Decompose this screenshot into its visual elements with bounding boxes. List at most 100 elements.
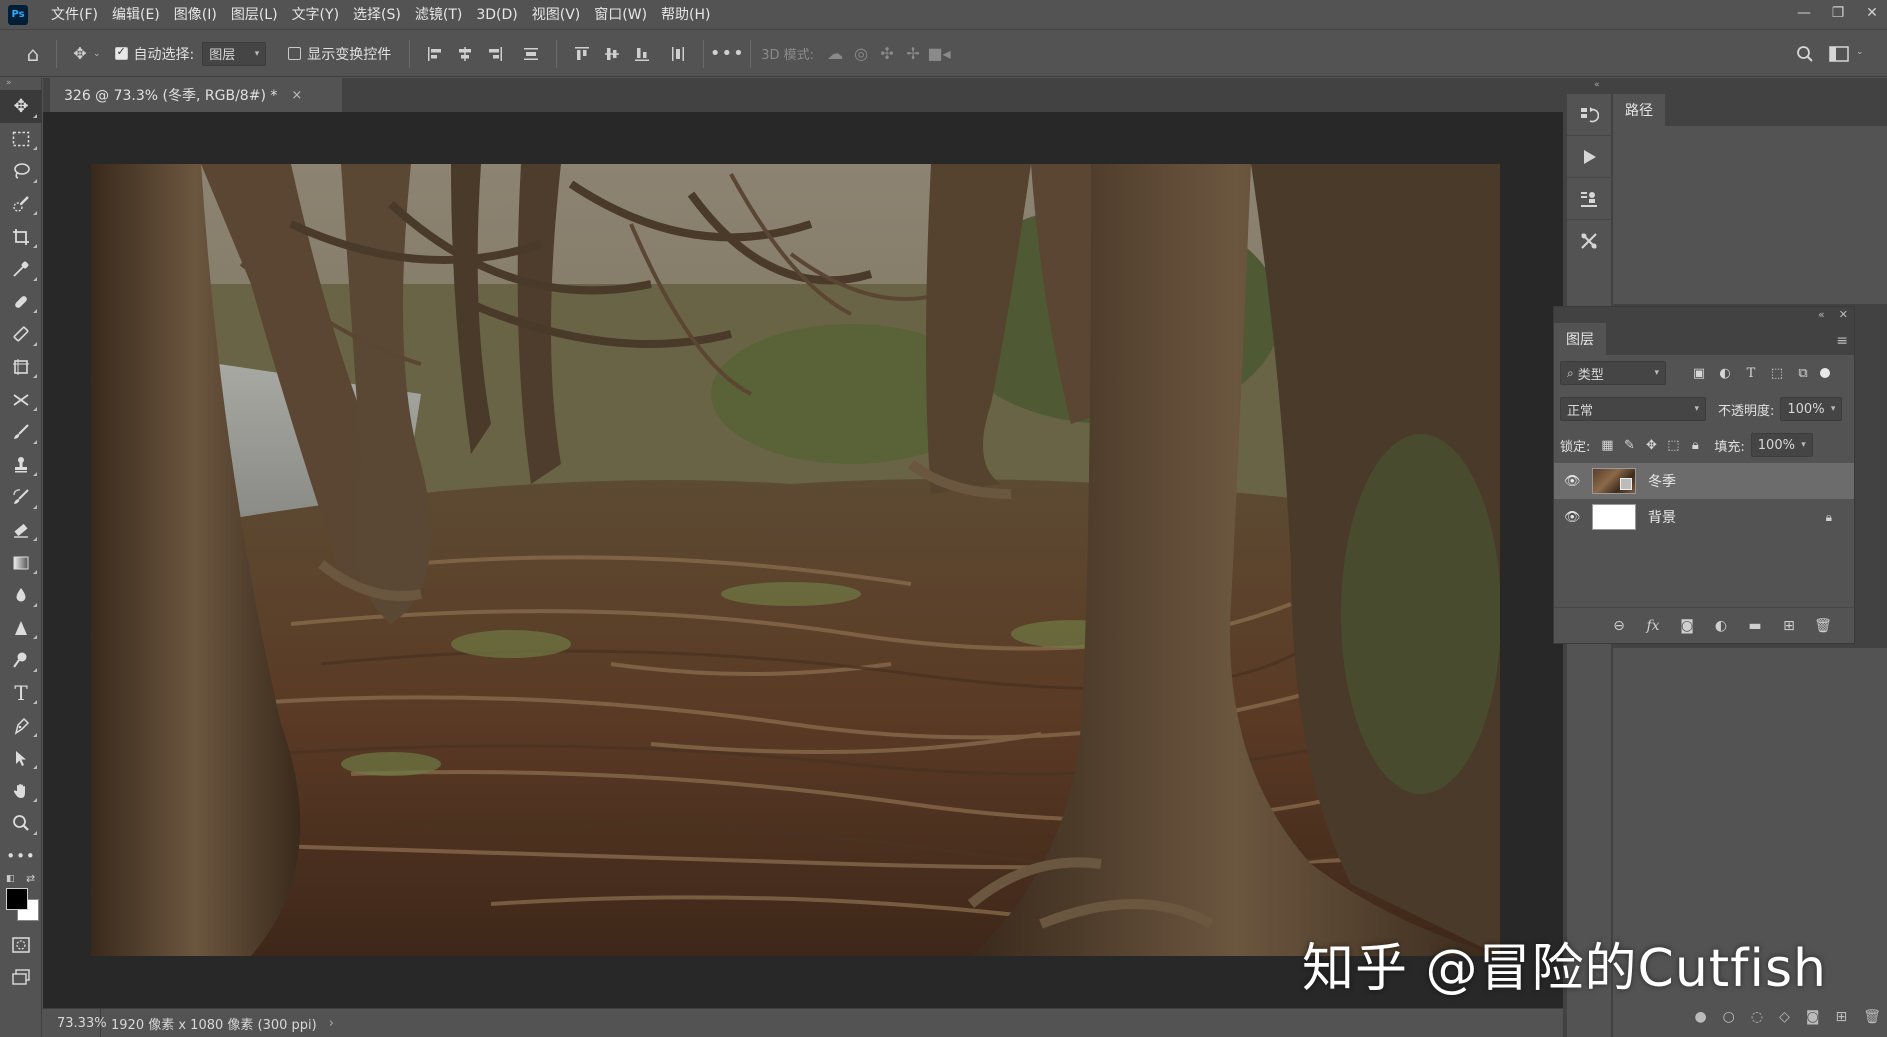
menu-view[interactable]: 视图(V) [525,0,588,30]
new-group-folder-icon[interactable]: ▬ [1738,618,1772,634]
distribute-horizontal-icon[interactable] [663,41,693,67]
checkbox-unchecked-icon[interactable] [288,47,302,60]
3d-roll-icon[interactable]: ◎ [848,41,874,67]
history-panel-icon[interactable] [1567,94,1611,136]
collapse-dock-icon[interactable]: « [1594,80,1600,90]
new-path-icon[interactable]: ⊞ [1835,1009,1847,1025]
screen-mode-icon[interactable] [0,961,42,994]
actions-panel-icon[interactable] [1567,136,1611,178]
move-tool-icon[interactable]: ✥ [67,41,93,67]
search-icon[interactable] [1792,41,1818,67]
document-tab[interactable]: 326 @ 73.3% (冬季, RGB/8#) * × [50,78,342,112]
close-panel-icon[interactable]: ✕ [1839,308,1848,321]
patch-tool[interactable] [0,318,42,351]
panel-menu-icon[interactable]: ≡ [1836,333,1848,349]
properties-panel-icon[interactable] [1567,178,1611,220]
document-info[interactable]: 1920 像素 x 1080 像素 (300 ppi) [101,1014,317,1033]
sharpen-tool[interactable] [0,612,42,645]
filter-type-layers-icon[interactable]: T [1738,366,1764,381]
delete-layer-trash-icon[interactable]: 🗑︎ [1806,618,1840,634]
menu-window[interactable]: 窗口(W) [587,0,654,30]
distribute-vertical-icon[interactable] [516,41,546,67]
link-layers-icon[interactable]: ⊖ [1602,618,1636,634]
collapse-toolbar-icon[interactable]: » [0,78,41,90]
filter-pixel-layers-icon[interactable]: ▣ [1686,366,1712,381]
rectangular-marquee-tool[interactable] [0,123,42,156]
collapse-panel-icon[interactable]: « [1818,308,1825,321]
lock-transparent-pixels-icon[interactable]: ▦ [1596,438,1618,453]
content-aware-move-tool[interactable] [0,383,42,416]
eraser-tool[interactable] [0,514,42,547]
layer-row[interactable]: 👁︎ 冬季 [1554,463,1854,499]
restore-button[interactable]: ❐ [1821,0,1855,26]
opacity-input[interactable]: 100% ▾ [1780,397,1843,421]
default-colors-icon[interactable]: ◧ [6,874,15,884]
menu-file[interactable]: 文件(F) [44,0,105,30]
type-tool[interactable]: T [0,677,42,710]
checkbox-checked-icon[interactable] [114,45,128,60]
frame-tool[interactable] [0,351,42,384]
tab-layers[interactable]: 图层 [1554,323,1606,355]
filter-shape-layers-icon[interactable]: ⬚ [1764,366,1790,381]
more-options-icon[interactable]: ••• [710,41,744,67]
home-icon[interactable]: ⌂ [20,41,46,67]
foreground-color-swatch[interactable] [6,888,28,911]
document-image[interactable] [91,164,1500,956]
align-vertical-center-icon[interactable] [597,41,627,67]
brush-tool[interactable] [0,416,42,449]
menu-select[interactable]: 选择(S) [346,0,408,30]
load-path-as-selection-icon[interactable]: ◌ [1751,1009,1763,1025]
lasso-tool[interactable] [0,155,42,188]
menu-help[interactable]: 帮助(H) [654,0,717,30]
chevron-down-icon[interactable]: ⌄ [93,49,101,59]
eyedropper-tool[interactable] [0,253,42,286]
filter-toggle[interactable] [1820,368,1830,378]
clone-stamp-tool[interactable] [0,449,42,482]
menu-layer[interactable]: 图层(L) [224,0,285,30]
swap-colors-icon[interactable]: ⇄ [26,872,35,885]
chevron-down-icon[interactable]: ⌄ [1856,47,1864,57]
layer-row[interactable]: 👁︎ 背景 🔒︎ [1554,499,1854,535]
fill-path-icon[interactable]: ● [1694,1009,1706,1025]
new-layer-icon[interactable]: ⊞ [1772,618,1806,634]
dodge-tool[interactable] [0,644,42,677]
history-brush-tool[interactable] [0,481,42,514]
lock-position-icon[interactable]: ✥ [1640,438,1662,453]
tool-presets-panel-icon[interactable] [1567,220,1611,262]
menu-edit[interactable]: 编辑(E) [105,0,167,30]
filter-adjustment-layers-icon[interactable]: ◐ [1712,366,1738,381]
auto-select-checkbox[interactable]: 自动选择: [114,44,194,64]
visibility-eye-icon[interactable]: 👁︎ [1564,474,1586,489]
3d-scale-icon[interactable]: ■◂ [926,41,952,67]
healing-brush-tool[interactable] [0,286,42,319]
stroke-path-icon[interactable]: ○ [1723,1009,1735,1025]
fill-input[interactable]: 100% ▾ [1750,433,1813,457]
align-left-icon[interactable] [420,41,450,67]
menu-filter[interactable]: 滤镜(T) [408,0,469,30]
3d-orbit-icon[interactable]: ☁ [822,41,848,67]
filter-smart-objects-icon[interactable]: ⧉ [1790,366,1816,381]
3d-slide-icon[interactable]: ✢ [900,41,926,67]
pen-tool[interactable] [0,709,42,742]
make-work-path-icon[interactable]: ◇ [1779,1009,1790,1025]
menu-3d[interactable]: 3D(D) [469,0,524,30]
close-document-icon[interactable]: × [291,88,302,103]
3d-pan-icon[interactable]: ✣ [874,41,900,67]
menu-image[interactable]: 图像(I) [167,0,224,30]
align-horizontal-center-icon[interactable] [450,41,480,67]
show-transform-checkbox[interactable]: 显示变换控件 [288,44,391,64]
blur-tool[interactable] [0,579,42,612]
align-bottom-icon[interactable] [627,41,657,67]
gradient-tool[interactable] [0,546,42,579]
workspace-icon[interactable] [1826,41,1852,67]
tab-paths[interactable]: 路径 [1613,94,1665,126]
lock-image-pixels-icon[interactable]: ✎ [1618,438,1640,453]
auto-select-target-dropdown[interactable]: 图层 ▾ [202,41,267,66]
zoom-tool[interactable] [0,807,42,840]
layer-style-fx-icon[interactable]: fx [1636,618,1670,634]
close-window-button[interactable]: ✕ [1855,0,1887,26]
new-adjustment-layer-icon[interactable]: ◐ [1704,618,1738,634]
visibility-eye-icon[interactable]: 👁︎ [1564,510,1586,525]
align-top-icon[interactable] [567,41,597,67]
layer-filter-kind-dropdown[interactable]: ⌕ 类型 ▾ [1560,361,1666,385]
